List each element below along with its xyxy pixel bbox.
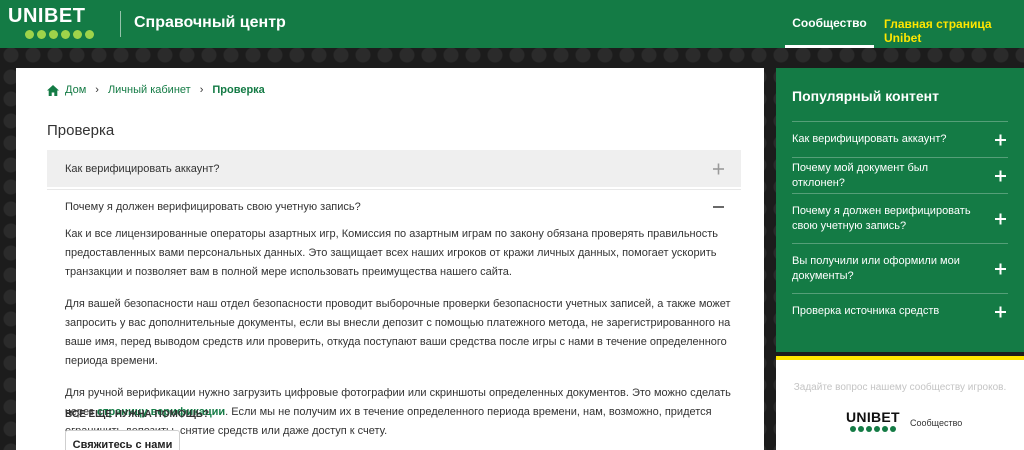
sidebar-item-verify-account[interactable]: Как верифицировать аккаунт? (792, 121, 1008, 157)
site-header: UNIBET Справочный центр Сообщество Главн… (0, 0, 1024, 48)
plus-icon[interactable] (995, 306, 1006, 317)
main-content: Дом › Личный кабинет › Проверка Проверка… (16, 68, 764, 450)
breadcrumb-account[interactable]: Личный кабинет (108, 84, 191, 96)
chevron-right-icon: › (199, 84, 204, 96)
answer-paragraph: Для вашей безопасности наш отдел безопас… (65, 298, 731, 367)
accordion-item-verify-account[interactable]: Как верифицировать аккаунт? (47, 150, 741, 187)
sidebar-title: Популярный контент (792, 88, 939, 104)
accordion-question: Почему я должен верифицировать свою учет… (65, 201, 361, 213)
logo-text: UNIBET (8, 5, 86, 27)
ask-community-text: Задайте вопрос нашему сообществу игроков… (793, 382, 1007, 393)
sidebar-item-why-verify[interactable]: Почему я должен верифицировать свою учет… (792, 193, 1008, 243)
community-promo: Задайте вопрос нашему сообществу игроков… (776, 356, 1024, 450)
mini-logo-dots (850, 426, 900, 432)
unibet-logo[interactable]: UNIBET (8, 6, 110, 42)
plus-icon[interactable] (995, 263, 1006, 274)
plus-icon[interactable] (713, 163, 724, 174)
plus-icon[interactable] (995, 213, 1006, 224)
sidebar-item-source-of-funds[interactable]: Проверка источника средств (792, 293, 1008, 329)
sidebar-item-document-rejected[interactable]: Почему мой документ был отклонен? (792, 157, 1008, 193)
help-title: ВСЕ ЕЩЕ НУЖНА ПОМОЩЬ? (65, 409, 210, 420)
answer-paragraph: Как и все лицензированные операторы азар… (65, 228, 719, 278)
header-title[interactable]: Справочный центр (134, 14, 286, 32)
nav-unibet-home-link[interactable]: Главная страница Unibet (884, 17, 1024, 45)
sidebar-item-documents-received[interactable]: Вы получили или оформили мои документы? (792, 243, 1008, 293)
minus-icon[interactable] (713, 202, 724, 213)
accordion-item-why-verify[interactable]: Почему я должен верифицировать свою учет… (47, 189, 741, 224)
mini-logo-text: UNIBET (846, 409, 900, 425)
page-title: Проверка (47, 122, 115, 139)
header-divider (120, 11, 121, 37)
unibet-community-logo[interactable]: UNIBET (846, 410, 900, 432)
accordion-question: Как верифицировать аккаунт? (65, 162, 220, 175)
breadcrumb: Дом › Личный кабинет › Проверка (47, 84, 265, 96)
contact-us-button[interactable]: Свяжитесь с нами (65, 430, 180, 450)
home-icon (47, 84, 59, 96)
breadcrumb-home[interactable]: Дом (65, 84, 86, 96)
breadcrumb-current: Проверка (212, 84, 265, 96)
chevron-right-icon: › (95, 84, 99, 96)
plus-icon[interactable] (995, 134, 1006, 145)
community-label[interactable]: Сообщество (910, 418, 962, 428)
popular-list: Как верифицировать аккаунт? Почему мой д… (792, 121, 1008, 329)
plus-icon[interactable] (995, 170, 1006, 181)
logo-dots (25, 30, 110, 39)
popular-content-sidebar: Популярный контент Как верифицировать ак… (776, 68, 1024, 352)
nav-community-link[interactable]: Сообщество (785, 0, 874, 48)
